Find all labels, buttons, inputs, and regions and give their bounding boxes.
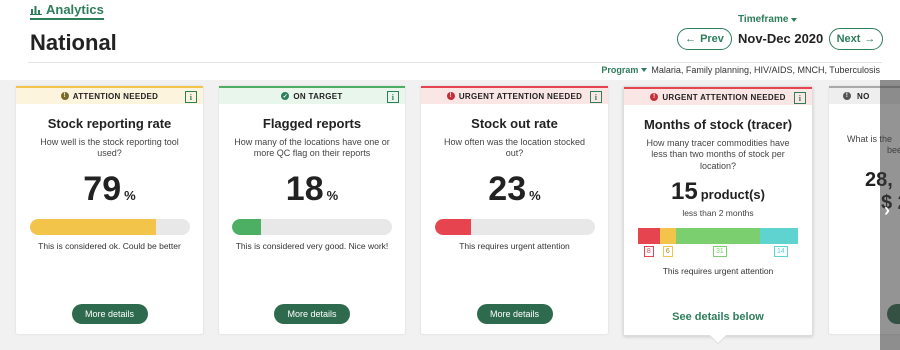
card-note: This is considered very good. Nice work! <box>235 240 389 251</box>
status-label: URGENT ATTENTION NEEDED <box>662 92 786 102</box>
program-filter: Program Malaria, Family planning, HIV/AI… <box>601 65 880 75</box>
alert-icon: ! <box>843 92 851 100</box>
see-details-link[interactable]: See details below <box>624 311 812 323</box>
timeframe-dropdown[interactable]: Timeframe <box>738 14 798 25</box>
more-details-button[interactable]: More details <box>476 304 553 324</box>
segment-badges: 8 6 31 14 <box>638 245 798 260</box>
stack-segment <box>659 227 676 244</box>
bar-chart-icon <box>30 5 42 15</box>
segment-badge: 8 <box>643 245 654 257</box>
metric-value: 79% <box>16 170 203 209</box>
status-label: ON TARGET <box>293 91 343 101</box>
timeframe-value: Nov-Dec 2020 <box>738 31 824 46</box>
stack-segment <box>760 227 798 244</box>
metric-value: 18% <box>219 170 405 209</box>
card-note: This requires urgent attention <box>459 240 570 251</box>
info-icon[interactable]: i <box>794 92 806 104</box>
chevron-right-icon[interactable]: › <box>884 200 890 221</box>
info-icon[interactable]: i <box>590 91 602 103</box>
value-number: 79 <box>83 169 122 208</box>
status-band: ✓ ON TARGET i <box>219 86 405 104</box>
status-label: NO <box>857 91 870 101</box>
card-title: Stock out rate <box>471 116 558 131</box>
card-title: Months of stock (tracer) <box>643 117 793 132</box>
card-question: How well is the stock reporting tool use… <box>40 137 179 159</box>
card-note: This is considered ok. Could be better <box>38 240 181 251</box>
program-dropdown[interactable]: Program <box>601 65 648 75</box>
arrow-right-icon: → <box>864 33 876 45</box>
check-icon: ✓ <box>281 92 290 100</box>
progress-fill <box>232 218 261 235</box>
progress-fill <box>434 218 472 235</box>
card-question: How many tracer commodities have less th… <box>646 138 790 171</box>
progress-bar <box>232 218 392 235</box>
progress-fill <box>29 218 156 235</box>
card-question: How many of the locations have one or mo… <box>234 137 390 159</box>
divider <box>28 62 882 63</box>
card-flagged-reports: ✓ ON TARGET i Flagged reports How many o… <box>219 86 405 334</box>
value-number: 15 <box>671 177 698 205</box>
progress-bar <box>29 218 190 235</box>
tab-label: Analytics <box>46 2 104 17</box>
alert-icon: ! <box>650 93 659 101</box>
info-icon[interactable]: i <box>387 91 399 103</box>
status-band: ! ATTENTION NEEDED i <box>16 86 203 104</box>
segment-badge: 14 <box>774 245 788 257</box>
status-label: ATTENTION NEEDED <box>72 91 159 101</box>
card-note: This requires urgent attention <box>662 265 774 276</box>
card-months-of-stock: ! URGENT ATTENTION NEEDED i Months of st… <box>623 86 813 345</box>
segment-badge: 6 <box>662 245 673 257</box>
card-title: Flagged reports <box>262 116 362 131</box>
program-value: Malaria, Family planning, HIV/AIDS, MNCH… <box>651 65 880 75</box>
arrow-left-icon: ← <box>685 33 697 45</box>
status-label: URGENT ATTENTION NEEDED <box>458 91 583 101</box>
timeframe-label: Timeframe <box>738 14 789 25</box>
program-label: Program <box>601 65 639 75</box>
tab-analytics[interactable]: Analytics <box>30 2 104 20</box>
status-band: ! URGENT ATTENTION NEEDED i <box>624 87 812 105</box>
value-number: 18 <box>285 169 324 208</box>
page-title: National <box>30 30 117 55</box>
prev-label: Prev <box>700 33 724 45</box>
stack-segment <box>675 227 761 244</box>
status-band: ! URGENT ATTENTION NEEDED i <box>421 86 608 104</box>
chevron-down-icon <box>641 68 648 72</box>
next-button[interactable]: Next → <box>829 28 883 50</box>
more-details-button[interactable]: More details <box>274 304 350 324</box>
stacked-bar <box>638 227 798 244</box>
card-stock-out-rate: ! URGENT ATTENTION NEEDED i Stock out ra… <box>421 86 608 334</box>
card-question: How often was the location stocked out? <box>443 137 586 159</box>
value-unit: % <box>529 187 541 203</box>
card-title: Stock reporting rate <box>47 116 172 131</box>
alert-icon: ! <box>446 92 455 100</box>
value-unit: % <box>326 187 339 203</box>
value-unit: product(s) <box>700 186 765 202</box>
alert-icon: ! <box>60 92 69 100</box>
segment-badge: 31 <box>713 245 727 257</box>
next-label: Next <box>836 33 861 45</box>
value-number: 23 <box>488 169 527 208</box>
metric-value: 23% <box>421 170 608 209</box>
progress-bar <box>434 218 595 235</box>
value-unit: % <box>124 187 136 203</box>
prev-button[interactable]: ← Prev <box>677 28 732 50</box>
more-details-button[interactable]: More details <box>71 304 148 324</box>
scroll-overlay <box>880 80 900 350</box>
info-icon[interactable]: i <box>185 91 197 103</box>
card-stock-reporting-rate: ! ATTENTION NEEDED i Stock reporting rat… <box>16 86 203 334</box>
metric-subtitle: less than 2 months <box>682 207 754 218</box>
metric-value: 15 product(s) <box>624 178 812 206</box>
stack-segment <box>638 227 660 244</box>
chevron-down-icon <box>791 17 798 22</box>
